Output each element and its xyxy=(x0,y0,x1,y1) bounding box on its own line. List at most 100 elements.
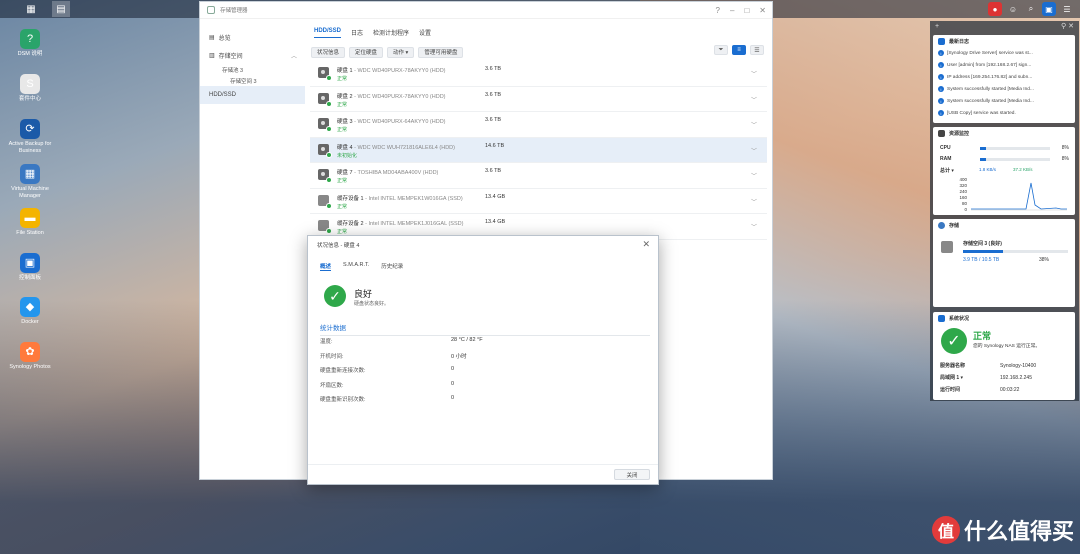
disk-size: 13.4 GB xyxy=(485,219,506,225)
chevron-down-icon[interactable]: ﹀ xyxy=(751,171,757,180)
disk-row[interactable]: 硬盘 1 - WDC WD40PURX-78AKYY0 (HDD) 正常 3.6 T… xyxy=(310,61,767,87)
filter-icon[interactable]: ⏷ xyxy=(714,45,728,55)
help-icon[interactable]: ? xyxy=(716,6,720,15)
chevron-down-icon[interactable]: ﹀ xyxy=(751,197,757,206)
ram-label: RAM xyxy=(940,156,952,162)
toolbar-button-3[interactable]: 管理可用硬盘 xyxy=(418,46,464,58)
watermark: 值 什么值得买 xyxy=(931,514,1074,546)
dialog-tab-2[interactable]: 历史纪录 xyxy=(381,262,403,275)
sidebar-item-storage[interactable]: ▥ 存储空间 ︿ xyxy=(200,46,305,64)
chevron-down-icon[interactable]: ﹀ xyxy=(751,222,757,231)
volume-icon xyxy=(941,241,953,253)
disk-row[interactable]: 硬盘 3 - WDC WD40PURX-64AKYY0 (HDD) 正常 3.6 T… xyxy=(310,112,767,138)
disk-size: 3.6 TB xyxy=(485,117,502,123)
health-info-dialog: 状况信息 - 硬盘 4 ✕ 概述 S.M.A.R.T. 历史纪录 ✓ 良好 硬盘状态… xyxy=(307,235,659,485)
add-widget-icon[interactable]: + xyxy=(935,23,939,30)
axis-tick: 80 xyxy=(961,201,967,206)
info-icon: i xyxy=(938,98,944,104)
tab-2[interactable]: 检测计划程序 xyxy=(373,28,409,40)
disk-size: 3.6 TB xyxy=(485,66,502,72)
desktop-icon-5[interactable]: ▣ 控制面板 xyxy=(4,253,56,282)
options-icon[interactable]: ☰ xyxy=(1060,2,1074,16)
disk-name: 硬盘 7 xyxy=(337,170,353,176)
menu-icon[interactable]: ☰ xyxy=(750,45,764,55)
log-text: [USB Copy] service was started. xyxy=(947,110,1016,116)
chevron-up-icon[interactable]: ︿ xyxy=(291,51,297,60)
sidebar-item-pool[interactable]: 存储池 3 xyxy=(200,64,305,75)
volume-percent: 38% xyxy=(1039,257,1050,263)
disk-row[interactable]: 硬盘 2 - WDC WD40PURX-78AKYY0 (HDD) 正常 3.6 T… xyxy=(310,87,767,112)
chevron-down-icon[interactable]: ﹀ xyxy=(751,69,757,78)
toolbar-button-1[interactable]: 定位硬盘 xyxy=(349,46,384,58)
chevron-down-icon[interactable]: ﹀ xyxy=(751,146,757,155)
disk-status: 正常 xyxy=(337,101,348,108)
widgets-icon[interactable]: ▣ xyxy=(1042,2,1056,16)
dialog-tab-1[interactable]: S.M.A.R.T. xyxy=(343,262,369,275)
health-info-row: 运行时间 00:03:22 xyxy=(940,386,1019,393)
disk-name-line: 硬盘 4 - WDC WDC WUH721816ALE6L4 (HDD) xyxy=(337,143,455,151)
status-ok-icon xyxy=(326,126,332,132)
desktop-icon-3[interactable]: ▦ Virtual Machine Manager xyxy=(4,164,56,200)
storage-widget-title: 存储 xyxy=(949,222,960,229)
storage-manager-taskbar-icon[interactable]: ▤ xyxy=(52,1,70,17)
desktop-icon-6[interactable]: ◆ Docker xyxy=(4,297,56,326)
stat-value: 0 xyxy=(451,395,455,401)
close-icon[interactable]: ✕ xyxy=(759,6,766,15)
sidebar-item-volume[interactable]: 存储空间 3 xyxy=(200,75,305,86)
stat-row: 开机时间: 0 小时 xyxy=(320,352,650,366)
close-icon[interactable]: ✕ xyxy=(642,239,650,250)
pin-icon[interactable]: ⚲ xyxy=(1061,23,1066,30)
health-info-key[interactable]: 局域网 1 ▾ xyxy=(940,374,1000,381)
disk-model: - Intel INTEL MEMPEK1W016GA (SSD) xyxy=(363,195,463,202)
close-icon[interactable]: ✕ xyxy=(1068,23,1074,30)
stats-heading: 统计数据 xyxy=(320,322,650,336)
desktop-icon-1[interactable]: S 套件中心 xyxy=(4,74,56,103)
toolbar-button-0[interactable]: 状况信息 xyxy=(311,46,346,58)
maximize-icon[interactable]: □ xyxy=(744,6,749,15)
disk-row[interactable]: 硬盘 4 - WDC WDC WUH721816ALE6L4 (HDD) 未初始化… xyxy=(310,137,767,163)
window-titlebar[interactable]: 存储管理器 xyxy=(200,2,772,19)
widgets-panel: + ⚲ ✕ 最新日志 i [Synology Drive Server] serv… xyxy=(930,21,1079,401)
desktop-icon-0[interactable]: ? DSM 说明 xyxy=(4,29,56,58)
disk-row[interactable]: 硬盘 7 - TOSHIBA MD04ABA400V (HDD) 正常 3.6 TB… xyxy=(310,163,767,189)
toolbar-button-2[interactable]: 动作 ▾ xyxy=(387,46,415,58)
search-icon[interactable]: ⌕ xyxy=(1024,2,1038,16)
disk-name: 硬盘 2 xyxy=(337,93,353,100)
disk-status: 正常 xyxy=(337,127,348,133)
desktop-icon-2[interactable]: ⟳ Active Backup for Business xyxy=(4,119,56,155)
main-menu-icon[interactable]: ▦ xyxy=(22,1,40,17)
network-selector[interactable]: 总计 ▾ xyxy=(940,167,954,174)
health-icon xyxy=(938,314,945,322)
health-info-value: 00:03:22 xyxy=(1000,387,1020,393)
volume-name: 存储空间 3 (良好) xyxy=(963,241,1002,247)
desktop-icon-4[interactable]: ▬ File Station xyxy=(4,208,56,237)
log-entry: i IP address [169.254.176.82] and subn... xyxy=(933,71,1075,83)
desktop-icon-7[interactable]: ✿ Synology Photos xyxy=(4,342,56,371)
disk-status: 正常 xyxy=(337,76,348,82)
disk-model: - WDC WD40PURX-78AKYY0 (HDD) xyxy=(352,68,446,74)
user-icon[interactable]: ☺ xyxy=(1006,2,1020,16)
dialog-tab-0[interactable]: 概述 xyxy=(320,262,332,271)
disk-model: - Intel INTEL MEMPEK1J016GAL (SSD) xyxy=(363,221,464,227)
health-info-row: 服务器名称 Synology-10400 xyxy=(940,362,1036,369)
stat-label: 温度: xyxy=(320,339,333,345)
chevron-down-icon[interactable]: ﹀ xyxy=(751,120,757,129)
sidebar-item-hdd-ssd[interactable]: HDD/SSD xyxy=(200,86,305,104)
notification-icon[interactable]: ● xyxy=(988,2,1002,16)
download-rate: 37.2 KB/s xyxy=(1013,167,1033,172)
info-icon: i xyxy=(938,50,944,56)
tab-1[interactable]: 日志 xyxy=(351,28,363,40)
disk-status: 正常 xyxy=(337,203,348,210)
status-ok-icon xyxy=(326,151,332,158)
sidebar-item-overview[interactable]: ▤ 总览 xyxy=(200,28,305,46)
tab-0[interactable]: HDD/SSD xyxy=(314,28,342,38)
tab-3[interactable]: 设置 xyxy=(419,28,431,40)
info-icon: i xyxy=(938,110,944,116)
disk-row[interactable]: 缓存设备 1 - Intel INTEL MEMPEK1W016GA (SSD)… xyxy=(310,189,767,214)
chevron-down-icon[interactable]: ﹀ xyxy=(751,95,757,104)
close-button[interactable]: 关闭 xyxy=(614,469,650,480)
stat-label: 硬盘重新识别次数: xyxy=(320,397,366,403)
desktop-icon-label: File Station xyxy=(16,230,44,236)
minimize-icon[interactable]: – xyxy=(730,6,734,15)
list-view-icon[interactable]: ≡ xyxy=(732,45,746,55)
